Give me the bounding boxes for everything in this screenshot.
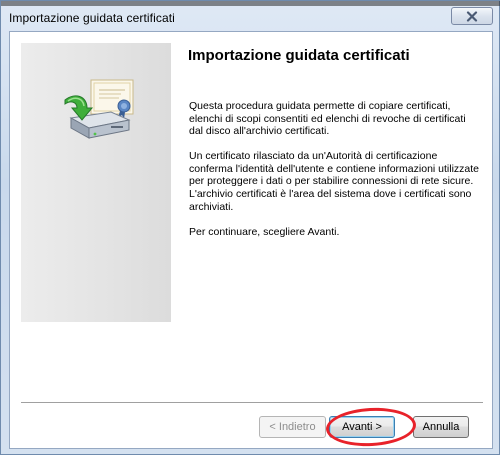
window-frame: Importazione guidata certificati Importa…: [0, 0, 500, 455]
wizard-description: Questa procedura guidata permette di cop…: [189, 100, 479, 251]
next-button-highlight: [325, 405, 417, 449]
cancel-button[interactable]: Annulla: [413, 416, 469, 438]
wizard-side-panel: [21, 43, 171, 322]
intro-paragraph: Questa procedura guidata permette di cop…: [189, 100, 466, 138]
close-icon: [466, 10, 478, 22]
certificate-info-paragraph: Un certificato rilasciato da un'Autorità…: [189, 150, 480, 213]
close-button[interactable]: [451, 7, 493, 25]
wizard-client-area: Importazione guidata certificati Questa …: [9, 31, 493, 449]
continue-instruction: Per continuare, scegliere Avanti.: [189, 225, 340, 238]
back-button[interactable]: < Indietro: [259, 416, 326, 438]
wizard-heading: Importazione guidata certificati: [188, 47, 410, 64]
title-bar[interactable]: Importazione guidata certificati: [1, 5, 500, 31]
window-title: Importazione guidata certificati: [9, 11, 175, 25]
button-separator: [21, 402, 483, 404]
certificate-import-icon: [61, 78, 141, 148]
